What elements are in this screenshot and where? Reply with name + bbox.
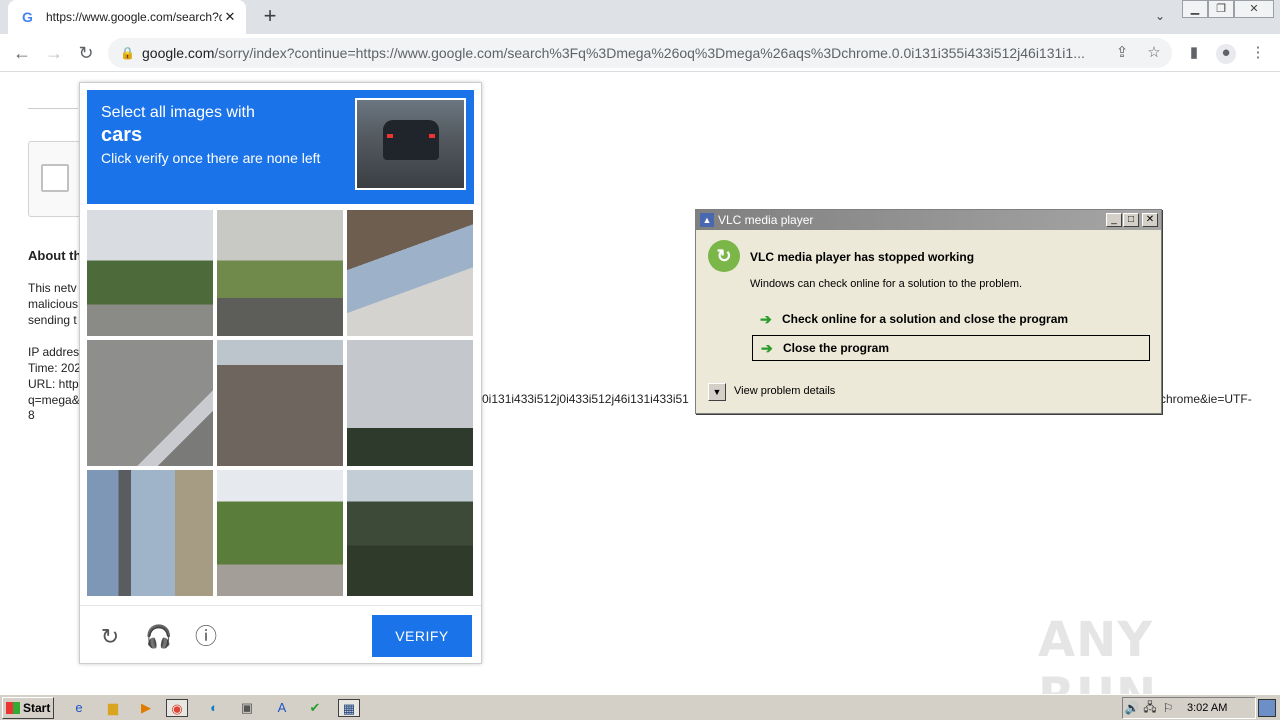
tab-strip: G https://www.google.com/search?q= ✕ + ⌄…: [0, 0, 1280, 34]
expand-details-chevron-icon[interactable]: ▼: [708, 383, 726, 401]
media-player-icon[interactable]: ▶: [137, 699, 155, 717]
image-tile[interactable]: [347, 340, 473, 466]
reload-challenge-icon[interactable]: ↻: [97, 624, 123, 650]
dialog-close-button[interactable]: ✕: [1142, 213, 1158, 227]
clock[interactable]: 3:02 AM: [1187, 702, 1227, 714]
about-heading: About th: [28, 248, 82, 263]
image-tile[interactable]: [217, 470, 343, 596]
recaptcha-challenge: Select all images with cars Click verify…: [79, 82, 482, 664]
google-favicon-icon: G: [22, 9, 33, 25]
image-tile[interactable]: [217, 210, 343, 336]
dialog-titlebar: ▲ VLC media player: [696, 210, 1161, 230]
error-report-taskbar-icon[interactable]: ▦: [338, 699, 360, 717]
volume-icon[interactable]: 🔊: [1123, 701, 1141, 715]
challenge-target: cars: [101, 124, 143, 146]
lock-icon: 🔒: [120, 46, 135, 60]
browser-tab[interactable]: G https://www.google.com/search?q= ✕: [8, 0, 246, 34]
url-text-fragment: 8: [28, 408, 35, 422]
network-icon[interactable]: 🖧: [1141, 698, 1159, 719]
app-window-icon[interactable]: ▣: [238, 699, 256, 717]
action-center-flag-icon[interactable]: ⚐: [1159, 701, 1177, 715]
taskbar: Start e ▆ ▶ ◉ ◐ ▣ A ✔ ▦ 🔊 🖧 ⚐ 3:02 AM: [0, 694, 1280, 720]
vlc-app-icon: ▲: [700, 213, 714, 227]
system-tray: 🔊 🖧 ⚐ 3:02 AM: [1122, 697, 1256, 719]
back-arrow-icon[interactable]: ←: [10, 41, 34, 65]
image-grid: [87, 210, 474, 597]
explorer-folder-icon[interactable]: ▆: [104, 699, 122, 717]
tab-search-chevron-icon[interactable]: ⌄: [1150, 6, 1170, 26]
dialog-minimize-button[interactable]: _: [1106, 213, 1122, 227]
address-bar[interactable]: 🔒 google.com/sorry/index?continue=https:…: [108, 38, 1172, 68]
side-panel-icon[interactable]: ▮: [1184, 44, 1204, 64]
vlc-error-dialog: ▲ VLC media player _ □ ✕ ↻ VLC media pla…: [695, 209, 1162, 414]
address-url: google.com/sorry/index?continue=https://…: [142, 45, 1085, 61]
divider: [28, 108, 78, 109]
dialog-subtext: Windows can check online for a solution …: [750, 278, 1023, 290]
audio-challenge-icon[interactable]: 🎧: [145, 624, 172, 650]
recaptcha-checkbox[interactable]: [41, 164, 69, 192]
dialog-heading: VLC media player has stopped working: [750, 250, 975, 264]
dialog-title: VLC media player: [718, 213, 814, 227]
challenge-hint: Click verify once there are none left: [101, 150, 321, 166]
window-minimize-button[interactable]: ▁: [1182, 0, 1208, 18]
check-online-option[interactable]: ➔ Check online for a solution and close …: [752, 306, 1150, 332]
car-shape: [383, 120, 439, 160]
new-tab-button[interactable]: +: [258, 5, 282, 29]
image-tile[interactable]: [347, 470, 473, 596]
verify-button[interactable]: VERIFY: [372, 615, 472, 657]
window-close-button[interactable]: ✕: [1234, 0, 1274, 18]
chrome-icon[interactable]: ◉: [166, 699, 188, 717]
share-icon[interactable]: ⇪: [1112, 44, 1132, 64]
dialog-maximize-button[interactable]: □: [1123, 213, 1139, 227]
sample-car-image: [355, 98, 466, 190]
forward-arrow-icon[interactable]: →: [42, 41, 66, 65]
image-tile[interactable]: [347, 210, 473, 336]
green-arrow-icon: ➔: [760, 310, 772, 327]
url-text-fragment: 0i131i433i512j0i433i512j46i131i433i51: [482, 392, 689, 406]
window-restore-button[interactable]: ❐: [1208, 0, 1234, 18]
tab-title: https://www.google.com/search?q=: [46, 10, 222, 24]
option-label: Check online for a solution and close th…: [782, 312, 1069, 326]
bookmark-star-icon[interactable]: ☆: [1144, 44, 1164, 64]
green-arrow-icon: ➔: [761, 339, 773, 356]
image-tile[interactable]: [217, 340, 343, 466]
start-button[interactable]: Start: [2, 697, 54, 719]
image-tile[interactable]: [87, 340, 213, 466]
challenge-instruction: Select all images with: [101, 104, 255, 121]
start-label: Start: [23, 701, 51, 715]
browser-toolbar: ← → ↻ 🔒 google.com/sorry/index?continue=…: [0, 34, 1280, 72]
profile-avatar-icon[interactable]: ●: [1216, 44, 1236, 64]
option-label: Close the program: [783, 341, 890, 355]
ie-icon[interactable]: e: [70, 699, 88, 717]
checkmark-app-icon[interactable]: ✔: [306, 699, 324, 717]
menu-kebab-icon[interactable]: ⋮: [1248, 44, 1268, 64]
edge-icon[interactable]: ◐: [205, 699, 223, 717]
view-problem-details-link[interactable]: View problem details: [734, 385, 835, 397]
font-app-icon[interactable]: A: [273, 699, 291, 717]
windows-logo-icon: [6, 702, 20, 714]
close-program-option[interactable]: ➔ Close the program: [752, 335, 1150, 361]
error-report-icon: ↻: [708, 240, 740, 272]
challenge-header: Select all images with cars Click verify…: [87, 90, 474, 204]
challenge-footer: ↻ 🎧 ⓘ VERIFY: [80, 605, 481, 663]
image-tile[interactable]: [87, 210, 213, 336]
reload-icon[interactable]: ↻: [74, 41, 98, 65]
tab-close-icon[interactable]: ✕: [222, 9, 238, 25]
image-tile[interactable]: [87, 470, 213, 596]
show-desktop-icon[interactable]: [1258, 699, 1276, 717]
url-text-fragment: chrome&ie=UTF-: [1160, 392, 1252, 406]
info-icon[interactable]: ⓘ: [193, 624, 219, 650]
